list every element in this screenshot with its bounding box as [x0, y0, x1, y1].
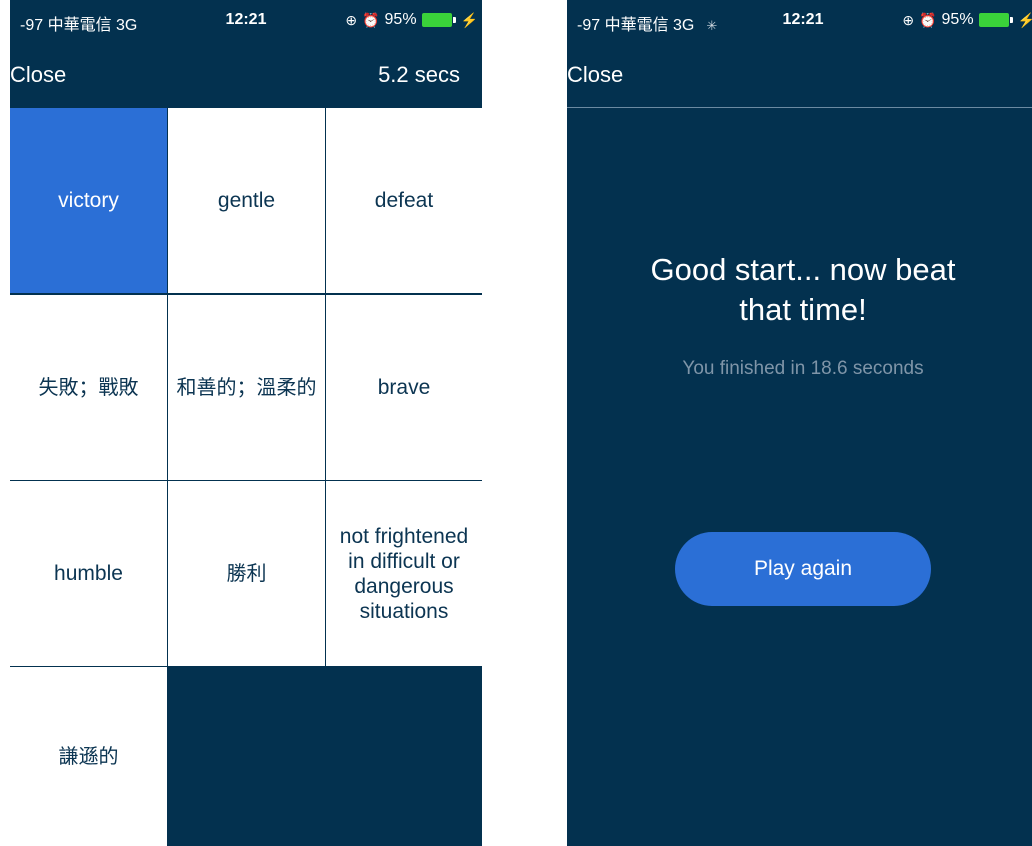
status-right: ⊕ ⏰ 95% ⚡ — [902, 11, 1032, 29]
tile-victory-zh[interactable]: 勝利 — [168, 481, 325, 666]
play-again-button[interactable]: Play again — [675, 532, 931, 606]
close-button[interactable]: Close — [567, 62, 623, 88]
status-bar: -97 中華電信 3G 12:21 ⊕ ⏰ 95% ⚡ — [10, 0, 482, 40]
match-grid: victory gentle defeat 失敗；戰敗 和善的；溫柔的 brav… — [10, 108, 482, 846]
alarm-icon: ⏰ — [919, 11, 937, 28]
status-right: ⊕ ⏰ 95% ⚡ — [345, 11, 478, 29]
elapsed-timer: 5.2 secs — [378, 62, 460, 87]
status-time: 12:21 — [782, 11, 824, 28]
tile-brave-definition[interactable]: not frightened in difficult or dangerous… — [326, 481, 482, 666]
battery-percent: 95% — [941, 11, 974, 28]
nav-bar: Close 5.2 secs — [10, 40, 482, 106]
battery-percent: 95% — [384, 11, 417, 28]
lock-rotation-icon: ⊕ — [902, 11, 915, 28]
tile-humble-zh[interactable]: 謙遜的 — [10, 667, 167, 846]
lock-rotation-icon: ⊕ — [345, 11, 358, 28]
carrier-signal: -97 中華電信 3G ✳ — [577, 17, 718, 34]
tile-victory[interactable]: victory — [10, 108, 167, 293]
tile-defeat-zh[interactable]: 失敗；戰敗 — [10, 295, 167, 480]
tile-brave[interactable]: brave — [326, 295, 482, 480]
charging-bolt-icon: ⚡ — [460, 11, 478, 28]
result-headline: Good start... now beat that time! — [650, 252, 956, 327]
carrier-signal: -97 中華電信 3G — [20, 17, 138, 34]
status-time: 12:21 — [225, 11, 267, 28]
activity-spinner-icon: ✳ — [706, 18, 718, 33]
tile-gentle-zh[interactable]: 和善的；溫柔的 — [168, 295, 325, 480]
battery-icon — [421, 13, 456, 27]
tile-defeat[interactable]: defeat — [326, 108, 482, 293]
result-screen: -97 中華電信 3G ✳ 12:21 ⊕ ⏰ 95% ⚡ Close Good … — [567, 0, 1032, 846]
charging-bolt-icon: ⚡ — [1017, 11, 1032, 28]
battery-icon — [978, 13, 1013, 27]
result-panel: Good start... now beat that time! You fi… — [567, 250, 1032, 380]
game-screen: -97 中華電信 3G 12:21 ⊕ ⏰ 95% ⚡ Close 5.2 se… — [10, 0, 482, 846]
alarm-icon: ⏰ — [362, 11, 380, 28]
finish-time-text: You finished in 18.6 seconds — [682, 358, 924, 379]
close-button[interactable]: Close — [10, 62, 66, 88]
tile-gentle[interactable]: gentle — [168, 108, 325, 293]
tile-humble[interactable]: humble — [10, 481, 167, 666]
nav-bar: Close — [567, 40, 1032, 108]
status-bar: -97 中華電信 3G ✳ 12:21 ⊕ ⏰ 95% ⚡ — [567, 0, 1032, 40]
